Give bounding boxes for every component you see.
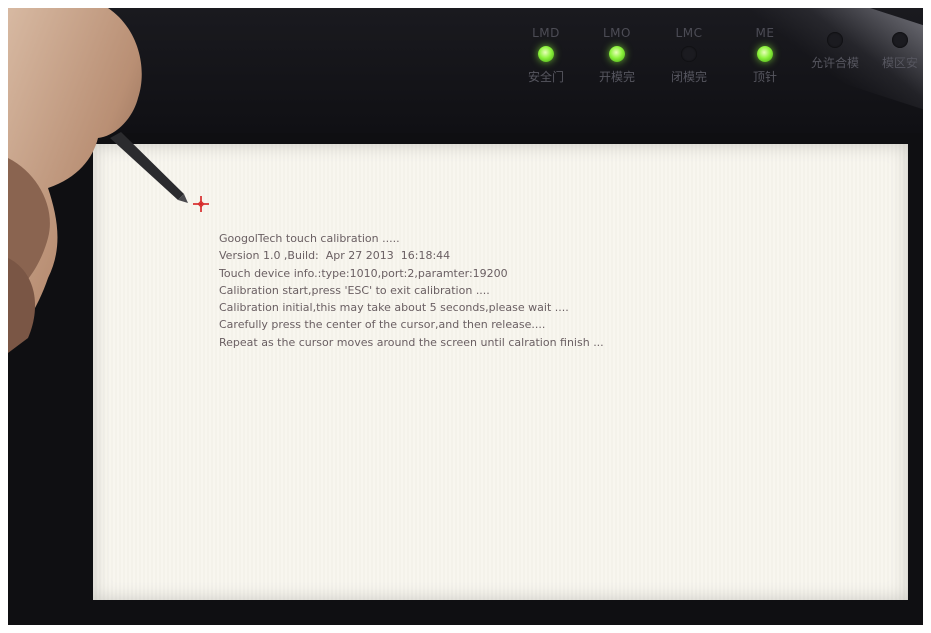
log-line: Repeat as the cursor moves around the sc… [219, 335, 604, 349]
indicator-code: LMO [603, 26, 631, 40]
indicator-caption: 模区安 [881, 56, 918, 70]
indicator-lmc: LMC 闭模完 [654, 26, 724, 85]
log-line: GoogolTech touch calibration ..... [219, 232, 400, 245]
log-line: Calibration start,press 'ESC' to exit ca… [219, 283, 490, 297]
log-line: Carefully press the center of the cursor… [219, 318, 546, 332]
indicator-lmd: LMD 安全门 [511, 26, 581, 85]
log-line: Touch device info.:type:1010,port:2,para… [219, 266, 508, 280]
indicator-caption: 开模完 [598, 70, 635, 84]
indicator-me: ME 顶针 [730, 26, 800, 85]
indicator-mold-area: 模区安 [870, 26, 923, 71]
green-led-icon [609, 46, 625, 62]
indicator-code: ME [755, 26, 775, 40]
hand-with-stylus [8, 8, 188, 353]
indicator-caption: 允许合模 [810, 56, 859, 70]
unlit-led-icon [827, 32, 843, 48]
indicator-caption: 闭模完 [670, 70, 707, 84]
calibration-log: GoogolTech touch calibration ..... Versi… [219, 230, 604, 351]
unlit-led-icon [681, 46, 697, 62]
unlit-led-icon [892, 32, 908, 48]
indicator-caption: 安全门 [527, 70, 564, 84]
indicator-allow-close: 允许合模 [803, 26, 867, 71]
log-line: Calibration initial,this may take about … [219, 301, 569, 315]
hmi-device-frame: LMD 安全门 LMO 开模完 LMC 闭模完 ME 顶针 允许合模 模区安 G… [8, 8, 923, 625]
indicator-caption: 顶针 [752, 70, 777, 84]
green-led-icon [757, 46, 773, 62]
green-led-icon [538, 46, 554, 62]
indicator-code: LMD [532, 26, 560, 40]
log-line: Version 1.0 ,Build: Apr 27 2013 16:18:44 [219, 249, 451, 263]
indicator-lmo: LMO 开模完 [582, 26, 652, 85]
indicator-code: LMC [675, 26, 703, 40]
